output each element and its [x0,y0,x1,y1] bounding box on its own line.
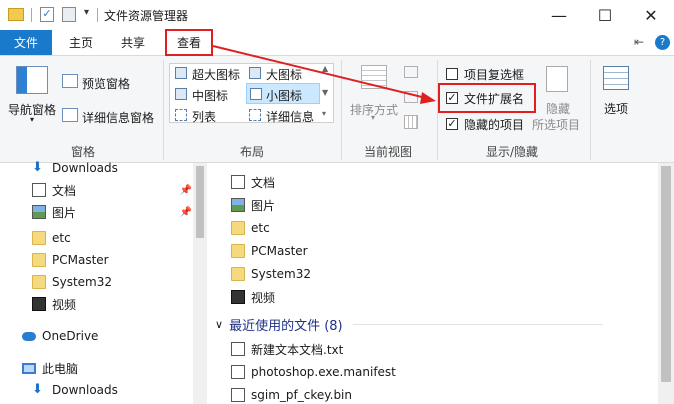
navigation-pane: ⬇ Downloads 文档 📌 图片 📌 etc PCMaster System32 视频 One… [0,161,207,404]
nav-item-label: System32 [52,275,113,289]
cloud-icon [22,331,36,341]
nav-item[interactable]: 图片 📌 [32,201,192,223]
folder-icon [32,275,46,289]
picture-icon [32,205,46,219]
group-divider-line [352,323,603,325]
nav-scrollbar-thumb[interactable] [196,166,204,238]
folder-icon [32,253,46,267]
nav-item[interactable]: ⬇ Downloads [32,379,192,401]
nav-item-label: PCMaster [52,253,109,267]
nav-item-label: 图片 [52,205,77,220]
document-icon [231,388,245,402]
folder-icon [231,221,245,235]
nav-item-label: Downloads [52,161,118,175]
nav-item[interactable]: PCMaster [32,249,192,271]
folder-icon [32,231,46,245]
document-icon [231,342,245,356]
pin-icon[interactable]: 📌 [180,207,192,218]
nav-item-label: etc [52,231,71,245]
nav-item[interactable]: OneDrive [22,325,182,347]
file-item[interactable]: 文档 [231,171,275,193]
video-icon [231,290,245,304]
file-list: 文档 图片 etc PCMaster System32 视频 ∨ 最近使用的文件 (8) … [207,163,674,404]
recent-file-label: sgim_pf_ckey.bin [251,388,352,402]
folder-icon [231,267,245,281]
nav-item-label: OneDrive [42,329,99,343]
recent-files-group-label: 最近使用的文件 (8) [229,318,343,334]
picture-icon [231,198,245,212]
file-item[interactable]: 视频 [231,286,275,308]
document-icon [231,365,245,379]
document-icon [231,175,245,189]
nav-item-label: 文档 [52,183,77,198]
folder-icon [231,244,245,258]
nav-item[interactable]: 此电脑 [22,357,182,379]
nav-item[interactable]: System32 [32,271,192,293]
nav-item-label: 视频 [52,297,77,312]
recent-file-item[interactable]: 新建文本文档.txt [231,338,343,360]
computer-icon [22,362,36,374]
chevron-down-icon[interactable]: ∨ [215,318,223,331]
file-item-label: 文档 [251,175,276,190]
download-icon: ⬇ [32,160,43,175]
file-item[interactable]: System32 [231,263,311,285]
nav-item[interactable]: ⬇ Downloads [32,157,192,179]
recent-file-item[interactable]: sgim_pf_ckey.bin [231,384,352,404]
file-item-label: etc [251,221,270,235]
recent-file-label: 新建文本文档.txt [251,342,344,357]
download-icon: ⬇ [32,382,43,397]
file-item-label: 图片 [251,198,276,213]
nav-item[interactable]: etc [32,227,192,249]
recent-file-label: photoshop.exe.manifest [251,365,396,379]
pin-icon[interactable]: 📌 [180,185,192,196]
file-item[interactable]: 图片 [231,194,275,216]
nav-item-label: 此电脑 [42,361,79,376]
content-scrollbar-thumb[interactable] [661,166,671,382]
document-icon [32,183,46,197]
nav-item[interactable]: 文档 📌 [32,179,192,201]
nav-item-label: Downloads [52,383,118,397]
file-item-label: PCMaster [251,244,308,258]
file-item-label: System32 [251,267,312,281]
recent-files-group-header[interactable]: ∨ 最近使用的文件 (8) [215,313,603,335]
video-icon [32,297,46,311]
file-item[interactable]: PCMaster [231,240,308,262]
file-item[interactable]: etc [231,217,270,239]
nav-item[interactable]: 视频 [32,293,192,315]
recent-file-item[interactable]: photoshop.exe.manifest [231,361,396,383]
file-item-label: 视频 [251,290,276,305]
